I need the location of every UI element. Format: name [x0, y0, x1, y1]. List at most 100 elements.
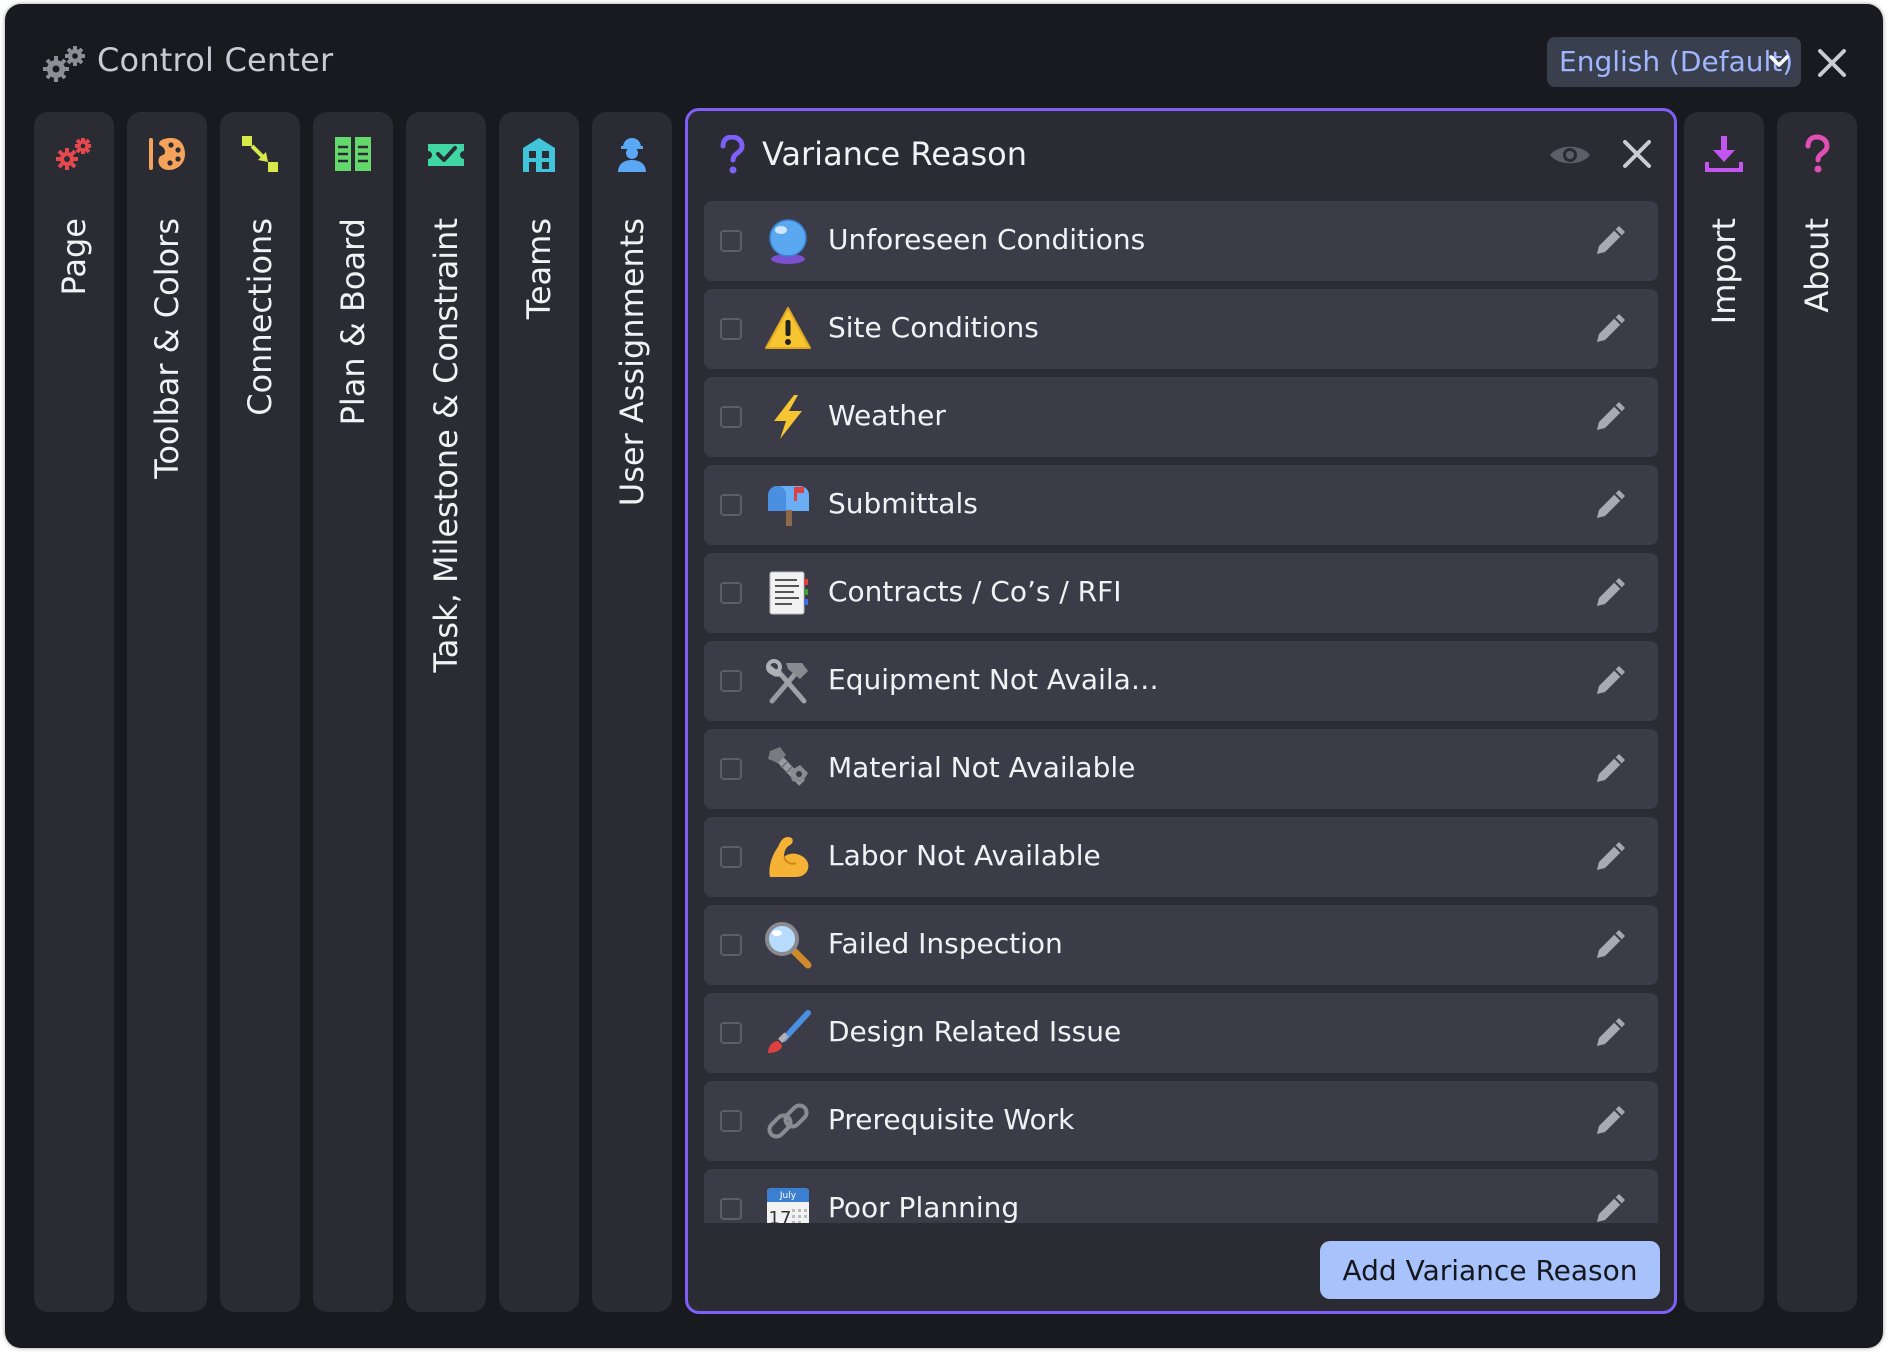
- row-checkbox[interactable]: [720, 230, 742, 252]
- row-checkbox[interactable]: [720, 406, 742, 428]
- edit-pencil-icon[interactable]: [1594, 927, 1628, 961]
- question-icon: [1805, 134, 1830, 173]
- panel-title: Variance Reason: [762, 135, 1028, 173]
- variance-reason-panel: Variance Reason Unforeseen Conditions Si…: [685, 108, 1677, 1314]
- palette-icon: [149, 138, 185, 170]
- row-label: Labor Not Available: [828, 839, 1101, 872]
- download-icon: [1705, 136, 1743, 172]
- row-label: Prerequisite Work: [828, 1103, 1075, 1136]
- edit-pencil-icon[interactable]: [1594, 1191, 1628, 1223]
- row-label: Contracts / Co’s / RFI: [828, 575, 1122, 608]
- list-item-material-not-available[interactable]: Material Not Available: [704, 729, 1658, 809]
- edit-pencil-icon[interactable]: [1594, 311, 1628, 345]
- row-checkbox[interactable]: [720, 934, 742, 956]
- tab-user-assignments[interactable]: User Assignments: [592, 112, 672, 1312]
- edit-pencil-icon[interactable]: [1594, 575, 1628, 609]
- tab-import[interactable]: Import: [1684, 112, 1764, 1312]
- list-item-contracts[interactable]: Contracts / Co’s / RFI: [704, 553, 1658, 633]
- link-icon: [767, 1103, 809, 1139]
- add-variance-reason-button[interactable]: Add Variance Reason: [1320, 1241, 1660, 1299]
- row-checkbox[interactable]: [720, 1198, 742, 1220]
- row-checkbox[interactable]: [720, 670, 742, 692]
- tab-label: Page: [55, 218, 93, 296]
- list-item-submittals[interactable]: Submittals: [704, 465, 1658, 545]
- edit-pencil-icon[interactable]: [1594, 223, 1628, 257]
- row-checkbox[interactable]: [720, 494, 742, 516]
- row-checkbox[interactable]: [720, 846, 742, 868]
- row-checkbox[interactable]: [720, 582, 742, 604]
- question-icon: [720, 135, 745, 174]
- list-item-prerequisite-work[interactable]: Prerequisite Work: [704, 1081, 1658, 1161]
- variance-reason-list: Unforeseen Conditions Site Conditions We…: [704, 201, 1658, 1223]
- nut-bolt-icon: [768, 747, 808, 786]
- calendar-day: 17: [769, 1208, 792, 1223]
- language-select[interactable]: English (Default): [1547, 37, 1801, 87]
- edit-pencil-icon[interactable]: [1594, 399, 1628, 433]
- tab-label: User Assignments: [613, 218, 651, 507]
- chevron-down-icon: [1769, 55, 1789, 67]
- edit-pencil-icon[interactable]: [1594, 487, 1628, 521]
- building-icon: [523, 138, 555, 172]
- tab-about[interactable]: About: [1777, 112, 1857, 1312]
- tab-page[interactable]: Page: [34, 112, 114, 1312]
- tab-label: Import: [1705, 218, 1743, 325]
- edit-pencil-icon[interactable]: [1594, 1103, 1628, 1137]
- tab-label: Teams: [520, 218, 558, 320]
- language-select-value: English (Default): [1559, 45, 1794, 78]
- tab-label: Task, Milestone & Constraint: [427, 218, 465, 673]
- list-item-unforeseen-conditions[interactable]: Unforeseen Conditions: [704, 201, 1658, 281]
- window-close-icon[interactable]: [1817, 48, 1847, 78]
- row-label: Submittals: [828, 487, 978, 520]
- eye-icon[interactable]: [1548, 141, 1592, 169]
- tab-toolbar-colors[interactable]: Toolbar & Colors: [127, 112, 207, 1312]
- edit-pencil-icon[interactable]: [1594, 663, 1628, 697]
- document-icon: [769, 571, 808, 615]
- list-item-design-related-issue[interactable]: Design Related Issue: [704, 993, 1658, 1073]
- paintbrush-icon: [768, 1010, 811, 1053]
- row-checkbox[interactable]: [720, 318, 742, 340]
- row-label: Poor Planning: [828, 1191, 1020, 1223]
- panel-close-icon[interactable]: [1622, 139, 1652, 169]
- row-label: Equipment Not Availa…: [828, 663, 1159, 696]
- crystal-ball-icon: [769, 219, 807, 264]
- edit-pencil-icon[interactable]: [1594, 1015, 1628, 1049]
- tab-label: Toolbar & Colors: [148, 218, 186, 479]
- list-item-poor-planning[interactable]: July 17 Poor Planning: [704, 1169, 1658, 1223]
- tools-icon: [766, 659, 808, 704]
- gears-icon: [43, 46, 85, 82]
- control-center-window: Control Center English (Default) Page To…: [5, 4, 1883, 1348]
- list-item-failed-inspection[interactable]: Failed Inspection: [704, 905, 1658, 985]
- tab-connections[interactable]: Connections: [220, 112, 300, 1312]
- list-item-weather[interactable]: Weather: [704, 377, 1658, 457]
- calendar-icon: July 17: [767, 1188, 809, 1223]
- edit-pencil-icon[interactable]: [1594, 751, 1628, 785]
- row-label: Site Conditions: [828, 311, 1039, 344]
- magnifying-glass-icon: [765, 922, 812, 969]
- tab-label: Plan & Board: [334, 218, 372, 426]
- list-item-labor-not-available[interactable]: Labor Not Available: [704, 817, 1658, 897]
- list-item-equipment-not-available[interactable]: Equipment Not Availa…: [704, 641, 1658, 721]
- mailbox-icon: [768, 486, 809, 526]
- title-bar: Control Center English (Default): [5, 4, 1883, 104]
- row-label: Design Related Issue: [828, 1015, 1122, 1048]
- tab-teams[interactable]: Teams: [499, 112, 579, 1312]
- ticket-icon: [428, 144, 464, 166]
- tab-task-milestone-constraint[interactable]: Task, Milestone & Constraint: [406, 112, 486, 1312]
- warning-icon: [765, 307, 811, 349]
- flexed-bicep-icon: [769, 837, 809, 877]
- row-label: Unforeseen Conditions: [828, 223, 1146, 256]
- row-checkbox[interactable]: [720, 758, 742, 780]
- row-label: Weather: [828, 399, 946, 432]
- row-checkbox[interactable]: [720, 1110, 742, 1132]
- connection-icon: [242, 136, 278, 172]
- row-checkbox[interactable]: [720, 1022, 742, 1044]
- tab-label: Connections: [241, 218, 279, 416]
- row-label: Material Not Available: [828, 751, 1136, 784]
- gears-icon: [56, 138, 91, 170]
- list-item-site-conditions[interactable]: Site Conditions: [704, 289, 1658, 369]
- tab-plan-board[interactable]: Plan & Board: [313, 112, 393, 1312]
- tab-label: About: [1798, 218, 1836, 313]
- edit-pencil-icon[interactable]: [1594, 839, 1628, 873]
- board-icon: [335, 137, 371, 171]
- worker-icon: [618, 138, 646, 172]
